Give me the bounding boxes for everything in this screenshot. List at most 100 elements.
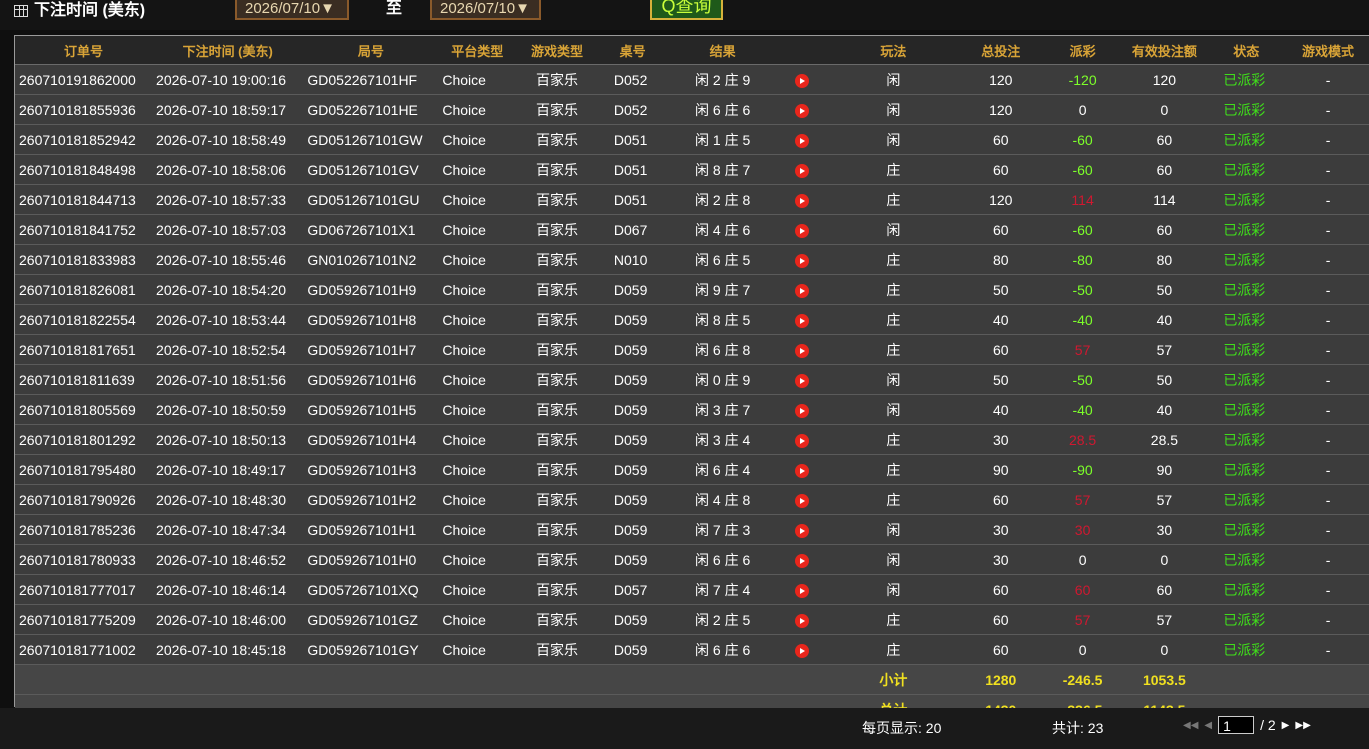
play-replay-icon[interactable] [795, 553, 810, 568]
total-count-label: 共计: 23 [1052, 720, 1104, 736]
next-page-icon[interactable]: ▶ [1282, 720, 1290, 731]
status-cell: 已派彩 [1205, 484, 1288, 515]
play-replay-icon[interactable] [795, 643, 810, 658]
col-payout: 派彩 [1041, 36, 1124, 65]
play-replay-icon[interactable] [795, 133, 810, 148]
platform-cell: Choice [438, 514, 517, 545]
replay-cell[interactable] [777, 334, 827, 365]
total-bet-cell: 60 [959, 634, 1042, 665]
prev-page-icon[interactable]: ◀ [1204, 720, 1212, 731]
col-valid-bet: 有效投注额 [1123, 36, 1206, 65]
bet-records-table: 订单号 下注时间 (美东) 局号 平台类型 游戏类型 桌号 结果 玩法 总投注 … [14, 35, 1369, 725]
status-cell: 已派彩 [1205, 304, 1288, 335]
payout-cell: -90 [1041, 454, 1124, 485]
replay-cell[interactable] [777, 544, 827, 575]
bet-type-cell: 闲 [826, 514, 960, 545]
status-cell: 已派彩 [1205, 124, 1288, 155]
table-row: 260710181852942 2026-07-10 18:58:49 GD0512… [15, 124, 1369, 155]
status-cell: 已派彩 [1205, 244, 1288, 275]
valid-bet-cell: 80 [1123, 244, 1206, 275]
valid-bet-cell: 0 [1123, 544, 1206, 575]
platform-cell: Choice [438, 214, 517, 245]
replay-cell[interactable] [777, 154, 827, 185]
play-replay-icon[interactable] [795, 493, 810, 508]
date-from-select[interactable]: 2026/07/10▼ [235, 0, 349, 20]
bet-time-cell: 2026-07-10 18:49:17 [152, 454, 304, 485]
replay-cell[interactable] [777, 394, 827, 425]
replay-cell[interactable] [777, 604, 827, 635]
play-replay-icon[interactable] [795, 463, 810, 478]
status-cell: 已派彩 [1205, 184, 1288, 215]
game-mode-cell: - [1287, 514, 1369, 545]
order-no-cell: 260710181780933 [15, 544, 153, 575]
replay-cell[interactable] [777, 124, 827, 155]
platform-cell: Choice [438, 544, 517, 575]
col-platform: 平台类型 [438, 36, 517, 65]
status-cell: 已派彩 [1205, 94, 1288, 125]
bet-type-cell: 庄 [826, 604, 960, 635]
table-no-cell: D059 [597, 394, 668, 425]
replay-cell[interactable] [777, 574, 827, 605]
game-mode-cell: - [1287, 124, 1369, 155]
replay-cell[interactable] [777, 274, 827, 305]
replay-cell[interactable] [777, 514, 827, 545]
play-replay-icon[interactable] [795, 403, 810, 418]
play-replay-icon[interactable] [795, 313, 810, 328]
bet-time-cell: 2026-07-10 18:46:00 [152, 604, 304, 635]
game-type-cell: 百家乐 [516, 124, 598, 155]
bet-type-cell: 闲 [826, 214, 960, 245]
payout-cell: -60 [1041, 124, 1124, 155]
replay-cell[interactable] [777, 184, 827, 215]
bet-type-cell: 闲 [826, 364, 960, 395]
play-replay-icon[interactable] [795, 103, 810, 118]
bet-time-label: 下注时间 (美东) [34, 2, 146, 19]
game-type-cell: 百家乐 [516, 244, 598, 275]
order-no-cell: 260710181844713 [15, 184, 153, 215]
game-type-cell: 百家乐 [516, 634, 598, 665]
payout-cell: -80 [1041, 244, 1124, 275]
round-no-cell: GD051267101GU [303, 184, 439, 215]
order-no-cell: 260710181801292 [15, 424, 153, 455]
play-replay-icon[interactable] [795, 193, 810, 208]
replay-cell[interactable] [777, 64, 827, 95]
replay-cell[interactable] [777, 244, 827, 275]
payout-cell: -50 [1041, 274, 1124, 305]
to-label: 至 [386, 0, 403, 17]
replay-cell[interactable] [777, 214, 827, 245]
play-replay-icon[interactable] [795, 433, 810, 448]
play-replay-icon[interactable] [795, 163, 810, 178]
play-replay-icon[interactable] [795, 583, 810, 598]
replay-cell[interactable] [777, 484, 827, 515]
first-page-icon[interactable]: ◀◀ [1183, 720, 1198, 731]
bet-time-cell: 2026-07-10 18:47:34 [152, 514, 304, 545]
replay-cell[interactable] [777, 94, 827, 125]
replay-cell[interactable] [777, 304, 827, 335]
bet-time-cell: 2026-07-10 19:00:16 [152, 64, 304, 95]
play-replay-icon[interactable] [795, 373, 810, 388]
play-replay-icon[interactable] [795, 73, 810, 88]
bet-time-cell: 2026-07-10 18:52:54 [152, 334, 304, 365]
last-page-icon[interactable]: ▶▶ [1295, 720, 1310, 731]
table-row: 260710181855936 2026-07-10 18:59:17 GD0522… [15, 94, 1369, 125]
page-number-input[interactable]: 1 [1218, 716, 1255, 734]
order-no-cell: 260710181777017 [15, 574, 153, 605]
game-mode-cell: - [1287, 484, 1369, 515]
query-button[interactable]: Q查询 [650, 0, 723, 20]
play-replay-icon[interactable] [795, 523, 810, 538]
play-replay-icon[interactable] [795, 253, 810, 268]
game-type-cell: 百家乐 [516, 64, 598, 95]
replay-cell[interactable] [777, 424, 827, 455]
table-body: 260710191862000 2026-07-10 19:00:16 GD0522… [15, 64, 1369, 665]
replay-cell[interactable] [777, 364, 827, 395]
play-replay-icon[interactable] [795, 223, 810, 238]
round-no-cell: GD059267101H2 [303, 484, 439, 515]
round-no-cell: GD059267101H6 [303, 364, 439, 395]
play-replay-icon[interactable] [795, 613, 810, 628]
replay-cell[interactable] [777, 634, 827, 665]
play-replay-icon[interactable] [795, 283, 810, 298]
date-to-select[interactable]: 2026/07/10▼ [430, 0, 541, 20]
platform-cell: Choice [438, 274, 517, 305]
replay-cell[interactable] [777, 454, 827, 485]
table-row: 260710181795480 2026-07-10 18:49:17 GD0592… [15, 454, 1369, 485]
play-replay-icon[interactable] [795, 343, 810, 358]
